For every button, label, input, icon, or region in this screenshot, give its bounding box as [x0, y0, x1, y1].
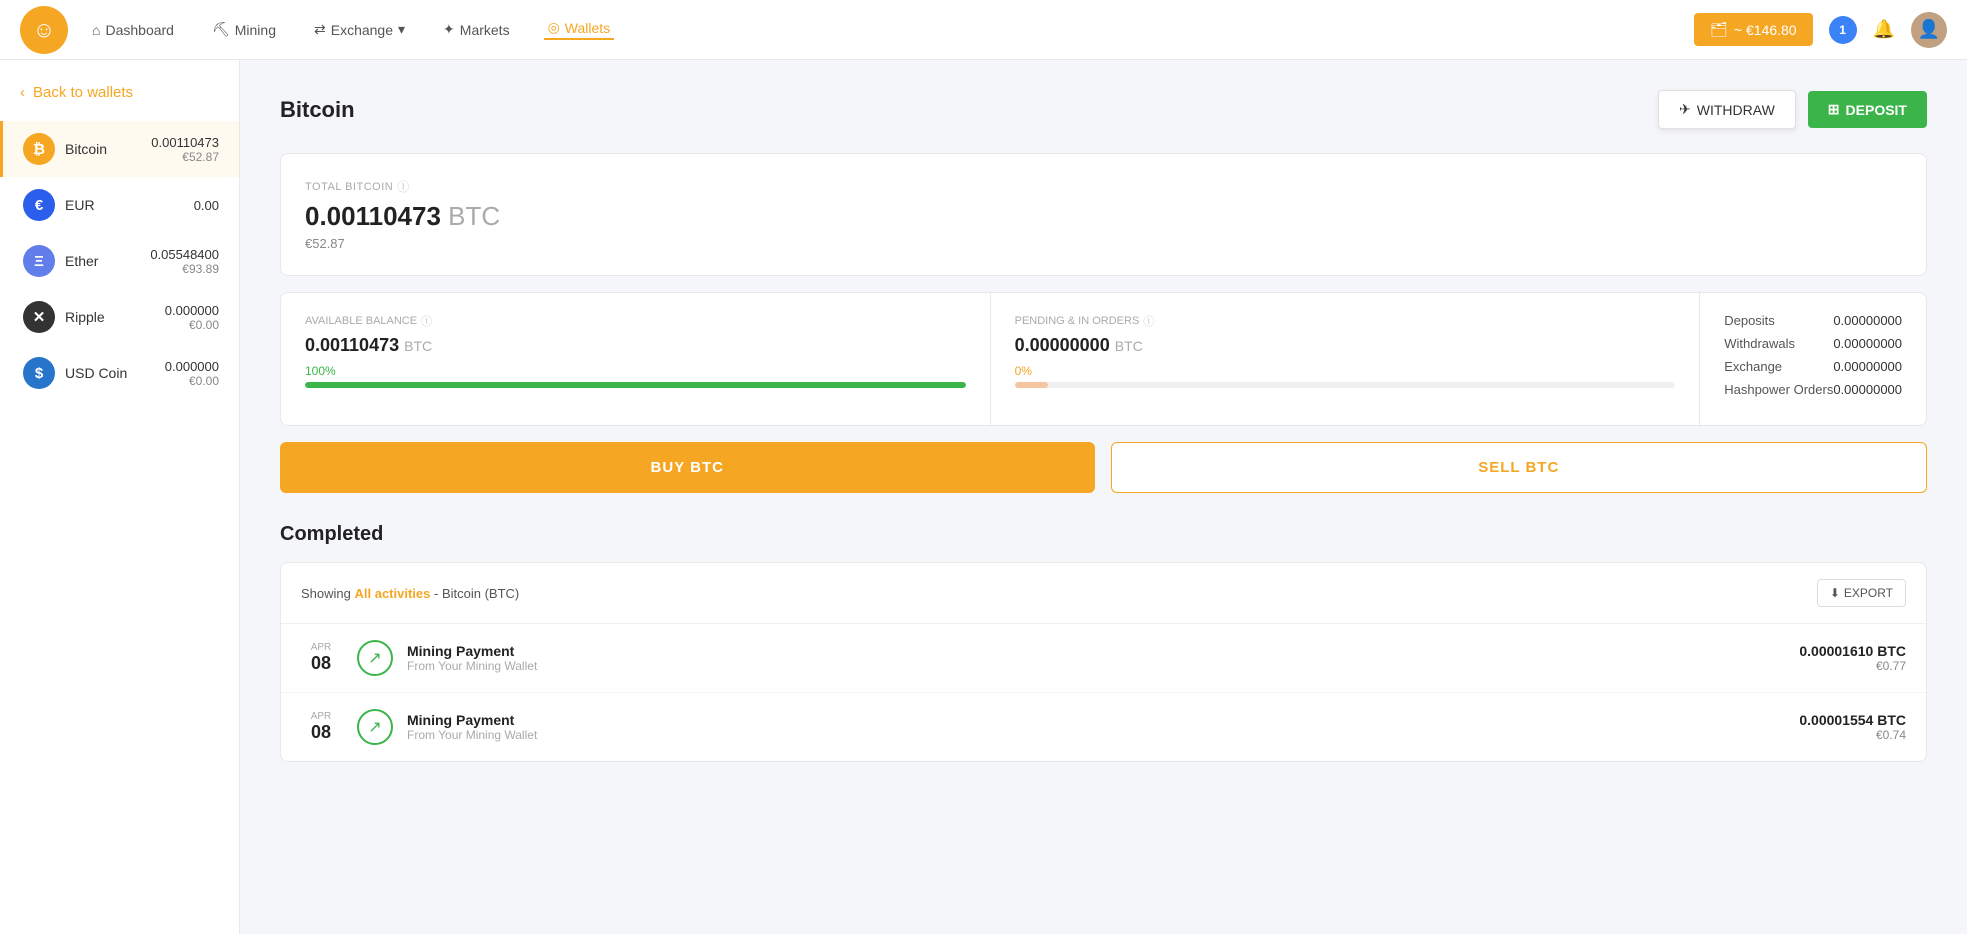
- content-header: Bitcoin ✈ WITHDRAW ⊞ DEPOSIT: [280, 90, 1927, 129]
- back-to-wallets-link[interactable]: ‹ Back to wallets: [0, 84, 239, 121]
- buy-btc-button[interactable]: BUY BTC: [280, 442, 1095, 493]
- deposit-button[interactable]: ⊞ DEPOSIT: [1808, 91, 1927, 128]
- sell-btc-button[interactable]: SELL BTC: [1111, 442, 1928, 493]
- pending-progress-fill: [1015, 382, 1048, 388]
- btc-icon: ₿: [23, 133, 55, 165]
- balance-button[interactable]: 🗂 ~ €146.80: [1694, 13, 1812, 46]
- tx-icon-2: ↗: [357, 709, 393, 745]
- sidebar-item-eur[interactable]: € EUR 0.00: [0, 177, 239, 233]
- pending-percent: 0%: [1015, 364, 1676, 378]
- exchange-icon: ⇄: [314, 21, 326, 38]
- chevron-left-icon: ‹: [20, 84, 25, 101]
- main-content: Bitcoin ✈ WITHDRAW ⊞ DEPOSIT TOTAL BITCO…: [240, 60, 1967, 934]
- ripple-wallet-info: Ripple: [65, 309, 165, 325]
- sidebar-item-usdc[interactable]: $ USD Coin 0.000000 €0.00: [0, 345, 239, 401]
- eur-amounts: 0.00: [194, 198, 219, 213]
- all-activities-filter[interactable]: All activities: [355, 586, 431, 601]
- available-balance-section: AVAILABLE BALANCE ⓘ 0.00110473 BTC 100%: [281, 293, 991, 425]
- xrp-icon: ✕: [23, 301, 55, 333]
- total-balance-label: TOTAL BITCOIN ⓘ: [305, 178, 1902, 195]
- ether-amounts: 0.05548400 €93.89: [150, 247, 219, 276]
- info-icon: ⓘ: [1143, 313, 1154, 329]
- completed-header: Showing All activities - Bitcoin (BTC) ⬇…: [281, 563, 1926, 624]
- header: ☺ ⌂ Dashboard ⛏ Mining ⇄ Exchange ▾ ✦ Ma…: [0, 0, 1967, 60]
- usdc-icon: $: [23, 357, 55, 389]
- eur-icon: €: [23, 189, 55, 221]
- nav-wallets[interactable]: ◎ Wallets: [544, 19, 615, 40]
- total-btc-value: 0.00110473 BTC: [305, 201, 1902, 232]
- info-icon: ⓘ: [421, 313, 432, 329]
- bitcoin-wallet-info: Bitcoin: [65, 141, 151, 157]
- hashpower-row: Hashpower Orders 0.00000000: [1724, 382, 1902, 397]
- mining-icon: ⛏: [212, 21, 230, 38]
- main-layout: ‹ Back to wallets ₿ Bitcoin 0.00110473 €…: [0, 60, 1967, 934]
- home-icon: ⌂: [92, 22, 100, 38]
- available-progress-bar: [305, 382, 966, 388]
- total-fiat-value: €52.87: [305, 236, 1902, 251]
- available-progress-fill: [305, 382, 966, 388]
- tx-date-2: APR 08: [301, 711, 341, 743]
- download-icon: ⬇: [1830, 586, 1840, 600]
- nav-mining[interactable]: ⛏ Mining: [208, 21, 280, 38]
- export-button[interactable]: ⬇ EXPORT: [1817, 579, 1906, 607]
- tx-info-2: Mining Payment From Your Mining Wallet: [407, 712, 1799, 742]
- buy-sell-row: BUY BTC SELL BTC: [280, 442, 1927, 493]
- total-balance-card: TOTAL BITCOIN ⓘ 0.00110473 BTC €52.87: [280, 153, 1927, 276]
- info-icon: ⓘ: [397, 178, 410, 195]
- pending-section: PENDING & IN ORDERS ⓘ 0.00000000 BTC 0%: [991, 293, 1701, 425]
- nav-markets[interactable]: ✦ Markets: [439, 21, 514, 38]
- ripple-amounts: 0.000000 €0.00: [165, 303, 219, 332]
- header-right: 🗂 ~ €146.80 1 🔔 👤: [1694, 12, 1947, 48]
- markets-icon: ✦: [443, 21, 455, 38]
- stats-card: AVAILABLE BALANCE ⓘ 0.00110473 BTC 100% …: [280, 292, 1927, 426]
- table-row: APR 08 ↗ Mining Payment From Your Mining…: [281, 624, 1926, 693]
- table-row: APR 08 ↗ Mining Payment From Your Mining…: [281, 693, 1926, 761]
- tx-date-1: APR 08: [301, 642, 341, 674]
- withdraw-button[interactable]: ✈ WITHDRAW: [1658, 90, 1796, 129]
- meta-section: Deposits 0.00000000 Withdrawals 0.000000…: [1700, 293, 1926, 425]
- completed-title: Completed: [280, 523, 1927, 546]
- sidebar: ‹ Back to wallets ₿ Bitcoin 0.00110473 €…: [0, 60, 240, 934]
- bell-icon[interactable]: 🔔: [1873, 19, 1895, 40]
- eth-icon: Ξ: [23, 245, 55, 277]
- action-buttons: ✈ WITHDRAW ⊞ DEPOSIT: [1658, 90, 1927, 129]
- bitcoin-amounts: 0.00110473 €52.87: [151, 135, 219, 164]
- eur-wallet-info: EUR: [65, 197, 194, 213]
- page-title: Bitcoin: [280, 97, 355, 123]
- pending-btc-value: 0.00000000 BTC: [1015, 335, 1676, 356]
- pending-label: PENDING & IN ORDERS ⓘ: [1015, 313, 1676, 329]
- notification-badge[interactable]: 1: [1829, 16, 1857, 44]
- nav-exchange[interactable]: ⇄ Exchange ▾: [310, 21, 409, 38]
- available-percent: 100%: [305, 364, 966, 378]
- logo[interactable]: ☺: [20, 6, 68, 54]
- sidebar-item-bitcoin[interactable]: ₿ Bitcoin 0.00110473 €52.87: [0, 121, 239, 177]
- exchange-row: Exchange 0.00000000: [1724, 359, 1902, 374]
- withdrawals-row: Withdrawals 0.00000000: [1724, 336, 1902, 351]
- deposits-row: Deposits 0.00000000: [1724, 313, 1902, 328]
- sidebar-item-ether[interactable]: Ξ Ether 0.05548400 €93.89: [0, 233, 239, 289]
- usdc-amounts: 0.000000 €0.00: [165, 359, 219, 388]
- filter-label: Showing All activities - Bitcoin (BTC): [301, 586, 519, 601]
- usdc-wallet-info: USD Coin: [65, 365, 165, 381]
- available-label: AVAILABLE BALANCE ⓘ: [305, 313, 966, 329]
- sidebar-item-ripple[interactable]: ✕ Ripple 0.000000 €0.00: [0, 289, 239, 345]
- tx-amount-1: 0.00001610 BTC €0.77: [1799, 643, 1906, 673]
- tx-info-1: Mining Payment From Your Mining Wallet: [407, 643, 1799, 673]
- wallets-icon: ◎: [548, 19, 560, 36]
- ether-wallet-info: Ether: [65, 253, 150, 269]
- user-avatar[interactable]: 👤: [1911, 12, 1947, 48]
- pending-progress-bar: [1015, 382, 1676, 388]
- nav-dashboard[interactable]: ⌂ Dashboard: [88, 22, 178, 38]
- chevron-down-icon: ▾: [398, 21, 405, 38]
- completed-card: Showing All activities - Bitcoin (BTC) ⬇…: [280, 562, 1927, 762]
- available-btc-value: 0.00110473 BTC: [305, 335, 966, 356]
- tx-icon-1: ↗: [357, 640, 393, 676]
- wallet-icon: 🗂: [1710, 21, 1728, 38]
- send-icon: ✈: [1679, 101, 1691, 118]
- main-nav: ⌂ Dashboard ⛏ Mining ⇄ Exchange ▾ ✦ Mark…: [88, 19, 1694, 40]
- grid-icon: ⊞: [1828, 101, 1840, 118]
- tx-amount-2: 0.00001554 BTC €0.74: [1799, 712, 1906, 742]
